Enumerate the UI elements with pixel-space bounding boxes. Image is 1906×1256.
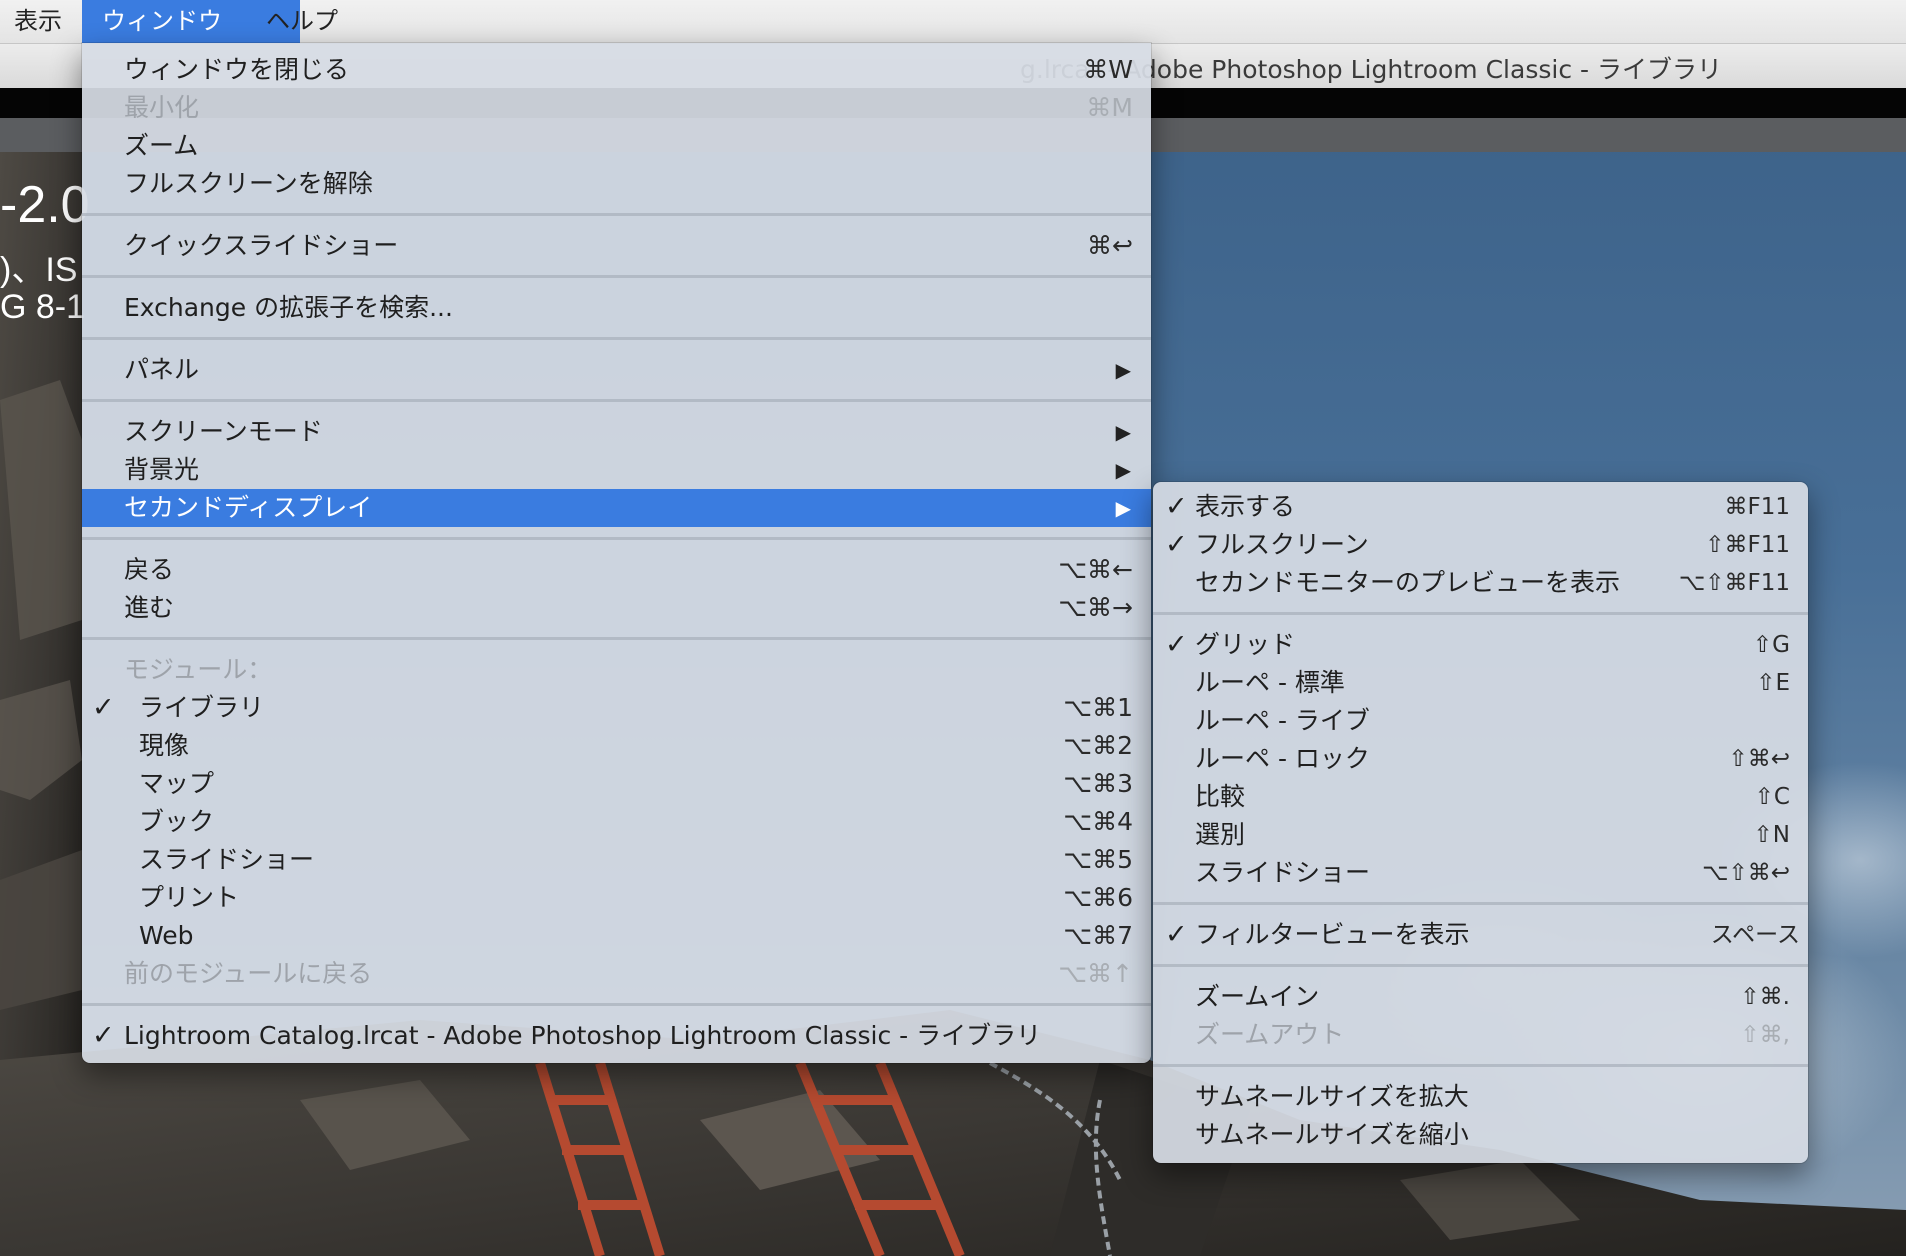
shortcut: ⇧G: [1752, 632, 1790, 658]
checkmark-icon: ✓: [92, 692, 115, 723]
submenu-item-survey[interactable]: 選別 ⇧N: [1153, 816, 1808, 854]
info-overlay-line2: )、IS: [0, 251, 78, 289]
shortcut: ⌥⌘6: [1063, 883, 1133, 912]
shortcut: ⌥⌘4: [1063, 807, 1133, 836]
menu-item-exit-fullscreen[interactable]: フルスクリーンを解除: [82, 165, 1151, 203]
shortcut: ⇧C: [1754, 784, 1790, 810]
shortcut: ⇧⌘,: [1740, 1022, 1790, 1048]
submenu-item-filter-view[interactable]: ✓ フィルタービューを表示 スペース: [1153, 916, 1808, 954]
menu-separator: [1153, 964, 1808, 967]
shortcut: ⌥⇧⌘F11: [1678, 570, 1790, 596]
menu-item-catalog-window[interactable]: ✓ Lightroom Catalog.lrcat - Adobe Photos…: [82, 1017, 1151, 1055]
menu-separator: [82, 337, 1151, 340]
info-overlay-line1: -2.0: [0, 176, 90, 234]
submenu-arrow-icon: ▶: [1115, 458, 1131, 482]
menu-item-quick-slideshow[interactable]: クイックスライドショー ⌘↩: [82, 227, 1151, 265]
menu-separator: [1153, 612, 1808, 615]
submenu-item-increase-thumbnail[interactable]: サムネールサイズを拡大: [1153, 1078, 1808, 1116]
menu-separator: [82, 537, 1151, 540]
shortcut: ⌘M: [1086, 93, 1133, 122]
submenu-item-grid[interactable]: ✓ グリッド ⇧G: [1153, 626, 1808, 664]
menu-item-exchange-search[interactable]: Exchange の拡張子を検索...: [82, 289, 1151, 327]
submenu-arrow-icon: ▶: [1115, 358, 1131, 382]
window-menu-dropdown: ウィンドウを閉じる ⌘W 最小化 ⌘M ズーム フルスクリーンを解除 クイックス…: [82, 43, 1151, 1063]
checkmark-icon: ✓: [1165, 629, 1188, 660]
shortcut: ⌘F11: [1724, 494, 1791, 520]
menu-item-go-back[interactable]: 戻る ⌥⌘←: [82, 551, 1151, 589]
checkmark-icon: ✓: [1165, 529, 1188, 560]
menu-item-previous-module: 前のモジュールに戻る ⌥⌘↑: [82, 955, 1151, 993]
submenu-arrow-icon: ▶: [1115, 420, 1131, 444]
menu-header-modules: モジュール：: [124, 655, 273, 684]
shortcut: スペース: [1710, 922, 1800, 948]
menu-separator: [82, 213, 1151, 216]
menu-item-zoom[interactable]: ズーム: [82, 127, 1151, 165]
menu-item-module-library[interactable]: ✓ ライブラリ ⌥⌘1: [82, 689, 1151, 727]
menu-separator: [82, 637, 1151, 640]
menu-separator: [82, 1003, 1151, 1006]
checkmark-icon: ✓: [92, 1020, 115, 1051]
shortcut: ⌥⌘←: [1058, 555, 1133, 584]
menu-separator: [1153, 902, 1808, 905]
submenu-item-loupe-locked[interactable]: ルーペ - ロック ⇧⌘↩: [1153, 740, 1808, 778]
menu-item-panels[interactable]: パネル ▶: [82, 351, 1151, 389]
shortcut: ⇧E: [1756, 670, 1790, 696]
checkmark-icon: ✓: [1165, 919, 1188, 950]
menu-separator: [1153, 1064, 1808, 1067]
shortcut: ⇧⌘↩: [1728, 746, 1790, 772]
shortcut: ⌥⇧⌘↩: [1701, 860, 1790, 886]
submenu-arrow-icon: ▶: [1115, 496, 1131, 520]
submenu-item-slideshow[interactable]: スライドショー ⌥⇧⌘↩: [1153, 854, 1808, 892]
menu-item-module-book[interactable]: ブック ⌥⌘4: [82, 803, 1151, 841]
submenu-item-fullscreen[interactable]: ✓ フルスクリーン ⇧⌘F11: [1153, 526, 1808, 564]
shortcut: ⇧⌘.: [1740, 984, 1790, 1010]
menu-item-close-window[interactable]: ウィンドウを閉じる ⌘W: [82, 51, 1151, 89]
menu-separator: [82, 399, 1151, 402]
shortcut: ⇧N: [1753, 822, 1790, 848]
menu-item-module-web[interactable]: Web ⌥⌘7: [82, 917, 1151, 955]
submenu-item-show-preview[interactable]: セカンドモニターのプレビューを表示 ⌥⇧⌘F11: [1153, 564, 1808, 602]
menu-item-screen-mode[interactable]: スクリーンモード ▶: [82, 413, 1151, 451]
shortcut: ⌥⌘3: [1063, 769, 1133, 798]
menu-item-secondary-display[interactable]: セカンドディスプレイ ▶: [82, 489, 1151, 527]
submenu-item-loupe-live[interactable]: ルーペ - ライブ: [1153, 702, 1808, 740]
secondary-display-submenu: ✓ 表示する ⌘F11 ✓ フルスクリーン ⇧⌘F11 セカンドモニターのプレビ…: [1153, 482, 1808, 1163]
menubar-item-help[interactable]: ヘルプ: [252, 0, 352, 43]
submenu-item-show[interactable]: ✓ 表示する ⌘F11: [1153, 488, 1808, 526]
submenu-item-decrease-thumbnail[interactable]: サムネールサイズを縮小: [1153, 1116, 1808, 1154]
menu-item-module-slideshow[interactable]: スライドショー ⌥⌘5: [82, 841, 1151, 879]
menu-item-module-develop[interactable]: 現像 ⌥⌘2: [82, 727, 1151, 765]
shortcut: ⌥⌘2: [1063, 731, 1133, 760]
submenu-item-compare[interactable]: 比較 ⇧C: [1153, 778, 1808, 816]
menu-item-module-map[interactable]: マップ ⌥⌘3: [82, 765, 1151, 803]
submenu-item-zoom-in[interactable]: ズームイン ⇧⌘.: [1153, 978, 1808, 1016]
info-overlay-line3: G 8-1: [0, 288, 86, 326]
checkmark-icon: ✓: [1165, 491, 1188, 522]
menu-item-lights-out[interactable]: 背景光 ▶: [82, 451, 1151, 489]
menu-bar: 表示 ウィンドウ ヘルプ: [0, 0, 1906, 44]
menu-separator: [82, 275, 1151, 278]
submenu-item-loupe-normal[interactable]: ルーペ - 標準 ⇧E: [1153, 664, 1808, 702]
shortcut: ⌥⌘1: [1063, 693, 1133, 722]
shortcut: ⌥⌘5: [1063, 845, 1133, 874]
shortcut: ⌥⌘↑: [1058, 959, 1133, 988]
menu-item-go-forward[interactable]: 進む ⌥⌘→: [82, 589, 1151, 627]
menu-item-minimize: 最小化 ⌘M: [82, 89, 1151, 127]
menu-item-module-print[interactable]: プリント ⌥⌘6: [82, 879, 1151, 917]
shortcut: ⇧⌘F11: [1705, 532, 1790, 558]
shortcut: ⌘↩: [1087, 231, 1133, 260]
shortcut: ⌘W: [1083, 55, 1133, 84]
menubar-item-view[interactable]: 表示: [0, 0, 76, 43]
shortcut: ⌥⌘7: [1063, 921, 1133, 950]
submenu-item-zoom-out: ズームアウト ⇧⌘,: [1153, 1016, 1808, 1054]
shortcut: ⌥⌘→: [1058, 593, 1133, 622]
